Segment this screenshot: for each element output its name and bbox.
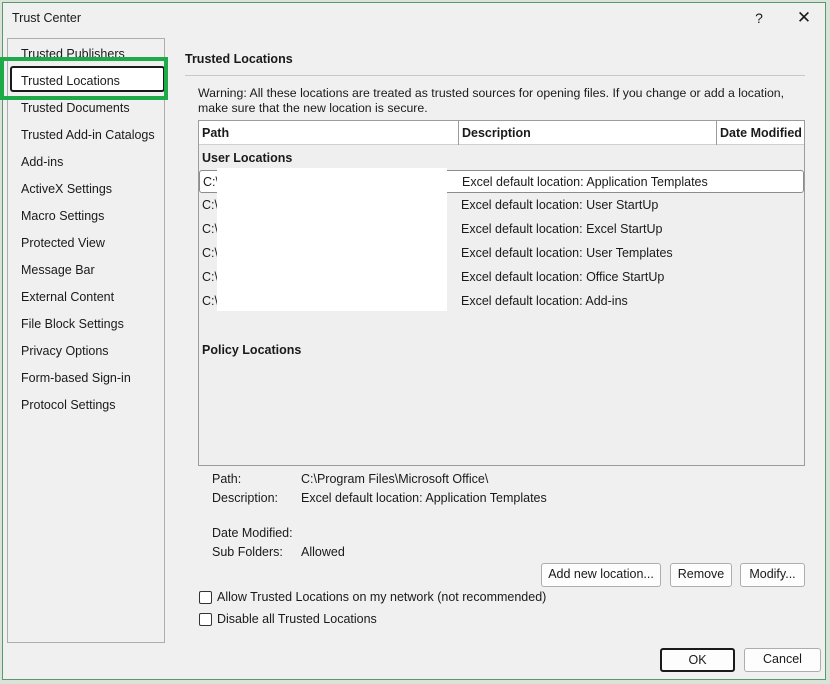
add-new-location-button[interactable]: Add new location... [541, 563, 661, 587]
cell-description: Excel default location: Application Temp… [462, 175, 708, 189]
help-icon[interactable]: ? [746, 6, 772, 30]
detail-subfolders-value: Allowed [301, 545, 345, 559]
cell-path: C:\ [202, 222, 218, 236]
modify-button[interactable]: Modify... [740, 563, 805, 587]
sidebar-item-privacy-options[interactable]: Privacy Options [21, 344, 109, 358]
window-title: Trust Center [12, 11, 82, 25]
detail-path-value: C:\Program Files\Microsoft Office\ [301, 472, 489, 486]
detail-description-label: Description: [212, 491, 278, 505]
cell-description: Excel default location: User StartUp [461, 198, 659, 212]
cell-path: C:\ [202, 294, 218, 308]
table-header: Path Description Date Modified [199, 121, 804, 145]
warning-text: Warning: All these locations are treated… [198, 86, 785, 115]
cell-path: C:\ [202, 246, 218, 260]
sidebar-item-external-content[interactable]: External Content [21, 290, 114, 304]
title-bar: Trust Center ? ✕ [3, 3, 825, 33]
detail-description-value: Excel default location: Application Temp… [301, 491, 547, 505]
cell-path: C:\ [202, 198, 218, 212]
remove-button[interactable]: Remove [670, 563, 732, 587]
sidebar-item-trusted-publishers[interactable]: Trusted Publishers [21, 47, 125, 61]
cancel-button[interactable]: Cancel [744, 648, 821, 672]
section-title: Trusted Locations [185, 52, 293, 66]
cell-description: Excel default location: Excel StartUp [461, 222, 663, 236]
cell-description: Excel default location: User Templates [461, 246, 673, 260]
sidebar-item-add-ins[interactable]: Add-ins [21, 155, 63, 169]
sidebar-item-message-bar[interactable]: Message Bar [21, 263, 95, 277]
sidebar-item-protected-view[interactable]: Protected View [21, 236, 105, 250]
sidebar-item-trusted-add-in-catalogs[interactable]: Trusted Add-in Catalogs [21, 128, 155, 142]
detail-path-label: Path: [212, 472, 242, 486]
close-icon[interactable]: ✕ [791, 6, 817, 30]
redacted-paths [217, 168, 447, 311]
group-user-locations: User Locations [202, 151, 293, 165]
disable-all-checkbox[interactable] [199, 613, 212, 626]
cell-description: Excel default location: Add-ins [461, 294, 628, 308]
column-header-date-modified[interactable]: Date Modified [717, 121, 804, 145]
allow-network-checkbox[interactable] [199, 591, 212, 604]
sidebar-item-file-block-settings[interactable]: File Block Settings [21, 317, 124, 331]
sidebar-item-activex-settings[interactable]: ActiveX Settings [21, 182, 112, 196]
cell-path: C:\ [202, 270, 218, 284]
detail-subfolders-label: Sub Folders: [212, 545, 283, 559]
sidebar-nav: Trusted Publishers Trusted Locations Tru… [7, 38, 165, 643]
ok-button[interactable]: OK [660, 648, 735, 672]
sidebar-item-macro-settings[interactable]: Macro Settings [21, 209, 104, 223]
detail-date-label: Date Modified: [212, 526, 293, 540]
sidebar-item-protocol-settings[interactable]: Protocol Settings [21, 398, 116, 412]
sidebar-item-trusted-locations[interactable]: Trusted Locations [21, 74, 120, 88]
divider [185, 75, 805, 76]
cell-description: Excel default location: Office StartUp [461, 270, 665, 284]
allow-network-label[interactable]: Allow Trusted Locations on my network (n… [217, 590, 546, 604]
column-header-description[interactable]: Description [459, 121, 717, 145]
sidebar-item-trusted-documents[interactable]: Trusted Documents [21, 101, 130, 115]
disable-all-label[interactable]: Disable all Trusted Locations [217, 612, 377, 626]
column-header-path[interactable]: Path [199, 121, 459, 145]
sidebar-item-form-based-sign-in[interactable]: Form-based Sign-in [21, 371, 131, 385]
group-policy-locations: Policy Locations [202, 343, 302, 357]
